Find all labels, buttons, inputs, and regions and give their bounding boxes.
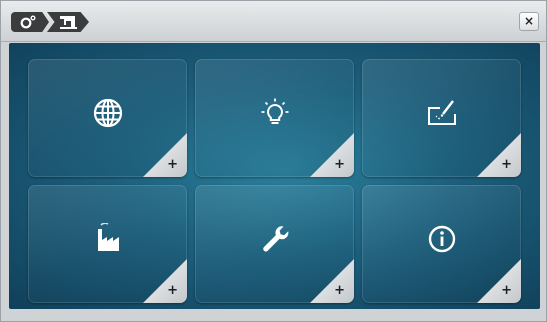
globe-icon xyxy=(93,99,122,128)
light-bulb-icon xyxy=(261,98,288,125)
tile-factory[interactable]: + xyxy=(28,185,187,303)
close-button[interactable]: × xyxy=(519,12,539,31)
plus-icon: + xyxy=(167,157,178,172)
setup-panel: + + + + + + xyxy=(9,43,540,309)
top-bar: × xyxy=(1,1,546,42)
tile-info[interactable]: + xyxy=(362,185,521,303)
breadcrumb-settings[interactable] xyxy=(11,12,49,32)
expand-corner xyxy=(310,133,354,177)
expand-corner xyxy=(477,133,521,177)
expand-corner xyxy=(143,133,187,177)
factory-icon xyxy=(97,223,119,252)
touch-pen-icon xyxy=(427,100,456,126)
expand-corner xyxy=(477,259,521,303)
sewing-machine-icon xyxy=(60,16,77,29)
plus-icon: + xyxy=(501,283,512,298)
plus-icon: + xyxy=(167,283,178,298)
tile-language[interactable]: + xyxy=(28,59,187,177)
expand-corner xyxy=(143,259,187,303)
close-icon: × xyxy=(523,14,535,28)
plus-icon: + xyxy=(334,283,345,298)
tile-calibrate[interactable]: + xyxy=(362,59,521,177)
tile-service[interactable]: + xyxy=(195,185,354,303)
wrench-icon xyxy=(262,226,288,252)
expand-corner xyxy=(310,259,354,303)
plus-icon: + xyxy=(501,157,512,172)
breadcrumb-machine[interactable] xyxy=(47,12,89,32)
info-icon xyxy=(428,226,455,253)
plus-icon: + xyxy=(334,157,345,172)
settings-icon xyxy=(20,15,36,29)
app-window: × + + + + + + xyxy=(0,0,547,322)
tile-display[interactable]: + xyxy=(195,59,354,177)
